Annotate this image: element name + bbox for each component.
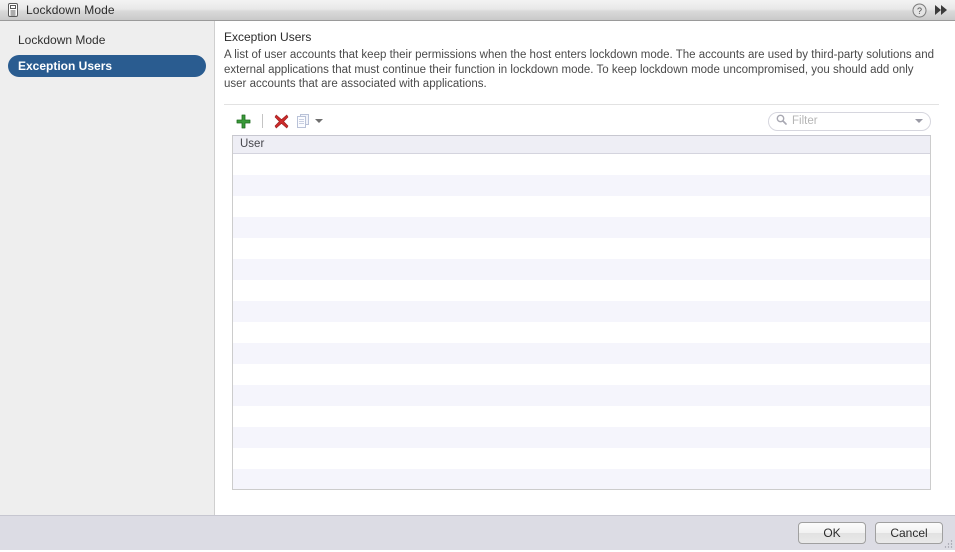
- table-row[interactable]: [233, 195, 930, 217]
- table-row[interactable]: [233, 258, 930, 280]
- sidebar-item-lockdown-mode[interactable]: Lockdown Mode: [8, 29, 206, 51]
- sidebar: Lockdown Mode Exception Users: [0, 21, 215, 515]
- titlebar: Lockdown Mode ?: [0, 0, 955, 21]
- svg-text:?: ?: [916, 6, 921, 16]
- table-row[interactable]: [233, 468, 930, 489]
- table-row[interactable]: [233, 321, 930, 343]
- host-icon: [7, 3, 19, 17]
- table-row[interactable]: [233, 237, 930, 259]
- sidebar-item-label: Exception Users: [18, 59, 113, 73]
- filter-box[interactable]: [768, 111, 931, 131]
- sidebar-item-label: Lockdown Mode: [18, 33, 106, 47]
- window-title: Lockdown Mode: [26, 3, 115, 17]
- fast-forward-icon[interactable]: [933, 2, 949, 18]
- chevron-down-icon: [315, 119, 323, 123]
- filter-input[interactable]: [787, 115, 911, 127]
- dialog-footer: OK Cancel: [0, 515, 955, 550]
- table-row[interactable]: [233, 426, 930, 448]
- table-row[interactable]: [233, 279, 930, 301]
- copy-button[interactable]: [296, 110, 326, 132]
- content-panel: Exception Users A list of user accounts …: [215, 21, 955, 515]
- exception-users-table: User: [232, 134, 931, 490]
- help-icon[interactable]: ?: [911, 2, 927, 18]
- page-description: A list of user accounts that keep their …: [224, 49, 934, 90]
- table-row[interactable]: [233, 342, 930, 364]
- lockdown-mode-dialog: Lockdown Mode ? Lockdown Mode Exception …: [0, 0, 955, 550]
- add-user-button[interactable]: [232, 110, 254, 132]
- table-row[interactable]: [233, 174, 930, 196]
- filter-dropdown-icon[interactable]: [915, 119, 923, 123]
- table-row[interactable]: [233, 300, 930, 322]
- table-row[interactable]: [233, 216, 930, 238]
- table-body: [233, 153, 930, 489]
- table-row[interactable]: [233, 405, 930, 427]
- table-toolbar: [224, 105, 939, 135]
- remove-user-button[interactable]: [270, 110, 292, 132]
- table-header-row: User: [233, 135, 930, 154]
- toolbar-separator: [262, 114, 263, 128]
- column-header-user[interactable]: User: [233, 138, 264, 150]
- search-icon: [776, 114, 787, 128]
- dialog-body: Lockdown Mode Exception Users Exception …: [0, 21, 955, 515]
- table-row[interactable]: [233, 363, 930, 385]
- resize-grip[interactable]: [943, 538, 953, 548]
- table-row[interactable]: [233, 153, 930, 175]
- ok-button[interactable]: OK: [798, 522, 866, 544]
- cancel-button[interactable]: Cancel: [875, 522, 943, 544]
- sidebar-item-exception-users[interactable]: Exception Users: [8, 55, 206, 77]
- table-row[interactable]: [233, 447, 930, 469]
- table-row[interactable]: [233, 384, 930, 406]
- page-title: Exception Users: [224, 30, 312, 44]
